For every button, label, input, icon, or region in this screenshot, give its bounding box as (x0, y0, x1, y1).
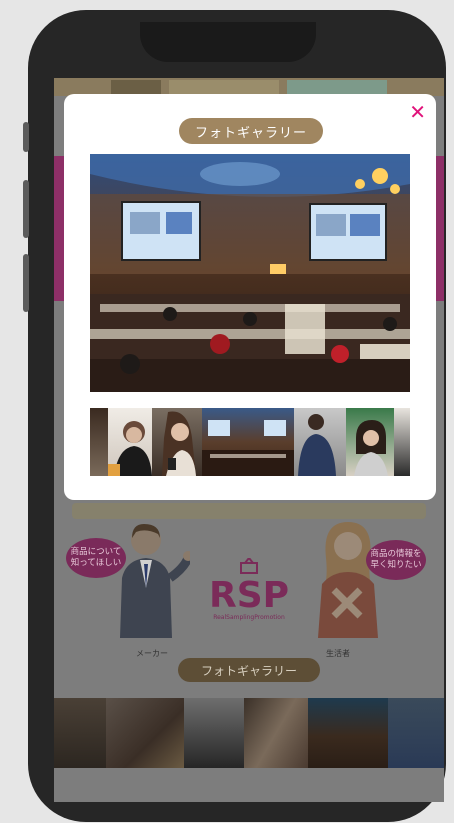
main-gallery-photo[interactable] (90, 154, 410, 392)
bg-strip-photo (106, 698, 184, 768)
thumbnail-strip (90, 408, 410, 476)
basket-icon (240, 556, 258, 574)
rsp-diagram: 商品について 知ってほしい RSP RealSamplingPromotion (54, 518, 444, 668)
close-icon[interactable]: ✕ (409, 102, 426, 122)
woman-talking-photo (108, 421, 152, 476)
info-strip (72, 503, 426, 519)
thumb-woman-smartphone[interactable] (152, 408, 202, 476)
rsp-logo-text: RSP (209, 575, 290, 616)
consumer-person-illustration (318, 522, 378, 638)
rsp-logo: RSP RealSamplingPromotion (209, 556, 290, 621)
conference-hall-photo (90, 154, 410, 392)
bg-strip-photo (184, 698, 244, 768)
thumb-partial-left[interactable] (90, 408, 108, 476)
maker-label: メーカー (136, 649, 168, 658)
modal-title: フォトギャラリー (179, 118, 323, 144)
gallery-heading-background: フォトギャラリー (178, 658, 320, 682)
conference-hall-thumb (202, 420, 294, 476)
phone-mute-switch (23, 122, 29, 152)
woman-smartphone-photo (162, 411, 196, 476)
thumb-man-in-suit[interactable] (294, 408, 346, 476)
man-in-suit-photo (298, 414, 336, 476)
phone-volume-down (23, 254, 29, 312)
bg-strip-photo (244, 698, 308, 768)
maker-person-illustration (120, 524, 190, 638)
woman-smiling-photo (354, 420, 388, 476)
phone-volume-up (23, 180, 29, 238)
photo-gallery-modal: ✕ フォトギャラリー (64, 94, 436, 500)
thumb-conference-hall[interactable] (202, 408, 294, 476)
thumb-woman-talking[interactable] (108, 408, 152, 476)
rsp-logo-subtitle: RealSamplingPromotion (213, 614, 285, 621)
bubble-consumer-text: 商品の情報を 早く知りたい (370, 549, 422, 570)
phone-notch (140, 22, 316, 62)
consumer-label: 生活者 (326, 649, 350, 658)
bg-strip-photo (308, 698, 388, 768)
thumb-woman-smiling[interactable] (346, 408, 394, 476)
background-photo-strip (54, 698, 444, 768)
bubble-consumer: 商品の情報を 早く知りたい (366, 540, 426, 580)
bg-strip-photo (388, 698, 444, 768)
thumb-partial-right[interactable] (394, 408, 410, 476)
bg-strip-photo (54, 698, 106, 768)
